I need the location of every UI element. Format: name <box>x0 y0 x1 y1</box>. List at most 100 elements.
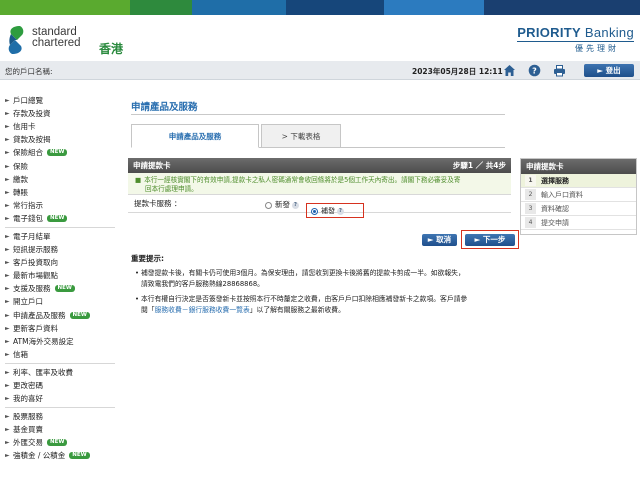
note-item: • 補發提款卡後，有關卡仍可使用3個月。為保安理由，請您收到更換卡後將舊的提款卡… <box>131 268 511 290</box>
cancel-button[interactable]: ► 取消 <box>422 234 457 246</box>
chevron-right-icon: ► <box>5 382 10 390</box>
note-line: 請致電我們的客戶服務熱線28868868。 <box>141 280 264 288</box>
option-replacement-label: 補發 <box>321 207 335 215</box>
chevron-right-icon: ► <box>5 259 10 267</box>
notes-heading: 重要提示: <box>131 254 164 263</box>
chevron-right-icon: ► <box>5 311 10 319</box>
sidebar-item[interactable]: ► 最新市場觀點 <box>0 269 118 282</box>
service-charges-link[interactable]: 服務收費－銀行服務收費一覽表 <box>155 306 250 314</box>
sidebar-item[interactable]: ► 更新客戶資料 <box>0 322 118 335</box>
note-text: 補發提款卡後，有關卡仍可使用3個月。為保安理由，請您收到更換卡後將舊的提款卡剪成… <box>141 268 465 290</box>
tab-download-forms[interactable]: > 下載表格 <box>261 124 341 148</box>
logout-button[interactable]: ► 登出 <box>584 64 634 77</box>
note-text: 本行有權自行決定是否簽發新卡並按照本行不時釐定之收費，由客戶戶口扣除相應補發新卡… <box>141 294 467 316</box>
sidebar-item[interactable]: ► 我的喜好 <box>0 392 118 405</box>
sidebar-item[interactable]: ► 轉賬 <box>0 186 118 199</box>
chevron-right-icon: ► <box>5 439 10 447</box>
sidebar-item[interactable]: ► 電子月結單 <box>0 230 118 243</box>
sidebar-item[interactable]: ► ATM海外交易設定 <box>0 335 118 348</box>
chevron-right-icon: ► <box>5 395 10 403</box>
sidebar-item[interactable]: ► 信用卡 <box>0 120 118 133</box>
panel-header: 申請提款卡 步驟1 ／ 共4步 <box>128 158 511 173</box>
stripe-segment <box>0 0 130 15</box>
account-name-label: 您的戶口名稱: <box>5 67 53 76</box>
sidebar-item-label: 信箱 <box>13 349 28 359</box>
note-line: 閱「服務收費－銀行服務收費一覽表」以了解有關服務之最新收費。 <box>141 305 467 316</box>
sidebar-item-label: ATM海外交易設定 <box>13 336 74 346</box>
sidebar-item[interactable]: ► 開立戶口 <box>0 295 118 308</box>
sidebar-item[interactable]: ► 外匯交易 NEW <box>0 436 118 449</box>
sidebar-item[interactable]: ► 保險組合 NEW <box>0 146 118 159</box>
option-new-issue[interactable]: 新發? <box>265 199 299 210</box>
tab-bar: 申請產品及服務 > 下載表格 <box>131 124 505 148</box>
help-icon[interactable]: ? <box>528 64 541 77</box>
chevron-right-icon: ► <box>5 162 10 170</box>
sidebar-item[interactable]: ► 保險 <box>0 159 118 172</box>
sidebar-item[interactable]: ► 短訊提示服務 <box>0 243 118 256</box>
sidebar-item-label: 股票服務 <box>13 412 43 422</box>
option-new-label: 新發 <box>275 200 290 209</box>
sidebar-divider <box>5 362 115 364</box>
sidebar-item[interactable]: ► 更改密碼 <box>0 379 118 392</box>
processing-notice: ■ 本行一經核實閣下的有效申請,提款卡之私人密碼通常會收回條將於是5個工作天內寄出… <box>128 173 511 195</box>
sidebar-item[interactable]: ► 戶口總覽 <box>0 94 118 107</box>
stripe-segment <box>192 0 286 15</box>
sidebar-item[interactable]: ► 存款及投資 <box>0 107 118 120</box>
chevron-right-icon: ► <box>5 413 10 421</box>
current-datetime: 2023年05月28日 12:11 <box>412 67 503 76</box>
note-text-post: 」以了解有關服務之最新收費。 <box>249 306 345 314</box>
chevron-right-icon: ► <box>5 97 10 105</box>
sidebar-item[interactable]: ► 支援及服務 NEW <box>0 282 118 295</box>
brand-name: standard chartered <box>32 26 81 49</box>
sidebar-item[interactable]: ► 基金買賣 <box>0 423 118 436</box>
sidebar-item[interactable]: ► 繳款 <box>0 173 118 186</box>
step-number: 4 <box>525 217 536 228</box>
sidebar-item[interactable]: ► 客戶投資取向 <box>0 256 118 269</box>
option-replacement[interactable]: 補發? <box>306 203 364 218</box>
step-item: 2 輸入戶口資料 <box>521 188 636 202</box>
step-item: 4 提交申請 <box>521 216 636 230</box>
chevron-right-icon: ► <box>5 188 10 196</box>
help-icon[interactable]: ? <box>337 207 344 215</box>
step-indicator: 步驟1 ／ 共4步 <box>452 161 506 170</box>
stripe-segment <box>484 0 640 15</box>
chevron-right-icon: ► <box>5 452 10 460</box>
steps-panel: 申請提款卡 1 選擇服務 2 輸入戶口資料 3 資料確認 4 提交申請 <box>520 158 637 235</box>
sidebar-item[interactable]: ► 電子錢包 NEW <box>0 212 118 225</box>
chevron-right-icon: ► <box>5 426 10 434</box>
radio-replacement[interactable] <box>311 207 318 215</box>
chevron-right-icon: ► <box>5 123 10 131</box>
card-service-label: 提款卡服務 ： <box>134 199 182 208</box>
sidebar-item[interactable]: ► 強積金 / 公積金 NEW <box>0 449 118 462</box>
home-icon[interactable] <box>503 64 516 77</box>
chevron-right-icon: ► <box>5 214 10 222</box>
stripe-segment <box>130 0 192 15</box>
sidebar-item[interactable]: ► 股票服務 <box>0 410 118 423</box>
radio-new-issue[interactable] <box>265 201 272 209</box>
sidebar-item[interactable]: ► 申請產品及服務 NEW <box>0 309 118 322</box>
print-icon[interactable] <box>553 64 566 77</box>
sidebar-item-label: 保險 <box>13 161 28 171</box>
next-button[interactable]: ► 下一步 <box>465 234 515 246</box>
step-number: 1 <box>525 175 536 186</box>
note-text-pre: 閱「 <box>141 306 155 314</box>
chevron-right-icon: ► <box>5 298 10 306</box>
sidebar-item-label: 貸款及按揭 <box>13 135 51 145</box>
sidebar-item-label: 常行指示 <box>13 200 43 210</box>
sidebar-item-label: 強積金 / 公積金 <box>13 451 66 461</box>
sidebar-item[interactable]: ► 信箱 <box>0 348 118 361</box>
chevron-right-icon: ► <box>5 350 10 358</box>
chevron-right-icon: ► <box>5 136 10 144</box>
sidebar-item[interactable]: ► 利率、匯率及收費 <box>0 366 118 379</box>
new-badge: NEW <box>47 214 68 222</box>
title-divider <box>131 114 505 115</box>
sidebar-item[interactable]: ► 貸款及按揭 <box>0 133 118 146</box>
tab-apply-products[interactable]: 申請產品及服務 <box>131 124 259 148</box>
notice-line2: 回本行處理申請。 <box>145 185 198 193</box>
chevron-right-icon: ► <box>5 272 10 280</box>
chevron-right-icon: ► <box>5 149 10 157</box>
sidebar-item-label: 更改密碼 <box>13 381 43 391</box>
help-icon[interactable]: ? <box>292 201 299 209</box>
sidebar-item[interactable]: ► 常行指示 <box>0 199 118 212</box>
top-color-stripe <box>0 0 640 15</box>
